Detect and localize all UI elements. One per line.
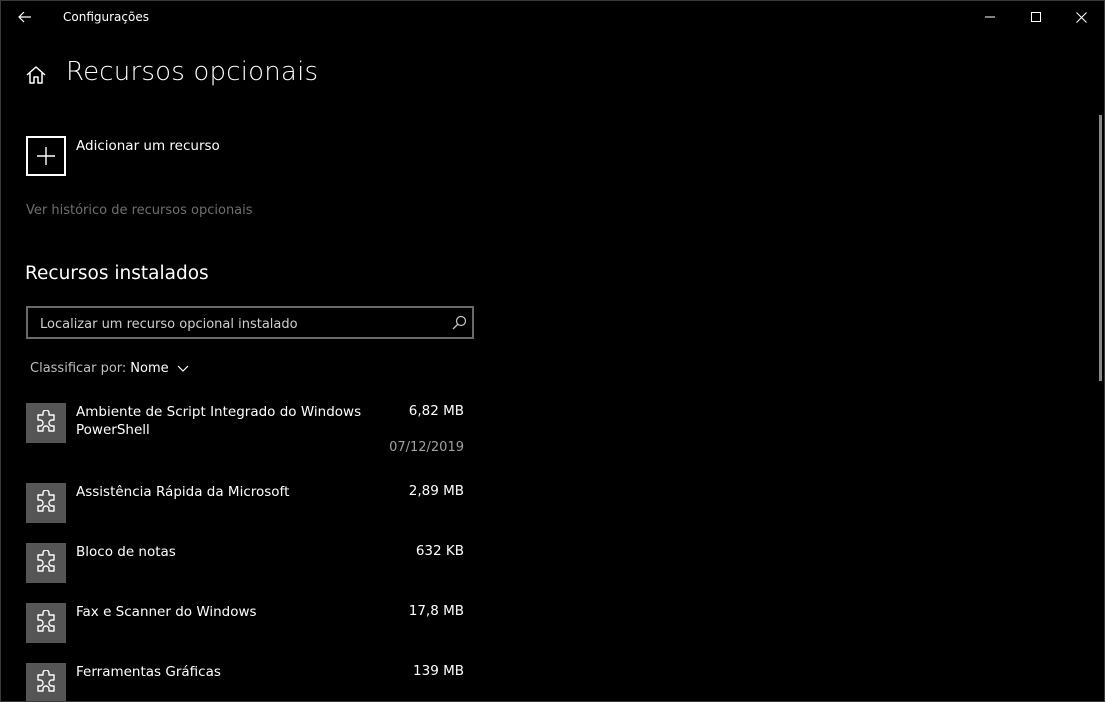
search-box[interactable] [26, 306, 474, 339]
settings-window: Configurações Recursos opcionais Adicion [0, 0, 1105, 702]
feature-date: 07/12/2019 [389, 440, 464, 455]
close-button[interactable] [1058, 1, 1104, 33]
scrollbar[interactable] [1099, 115, 1102, 381]
maximize-button[interactable] [1013, 1, 1059, 33]
page-title: Recursos opcionais [66, 57, 319, 87]
sort-dropdown[interactable]: Classificar por: Nome [30, 361, 189, 376]
minimize-button[interactable] [967, 1, 1013, 33]
home-icon [26, 66, 46, 84]
maximize-icon [1031, 12, 1041, 22]
home-button[interactable] [25, 64, 47, 86]
feature-name: Ambiente de Script Integrado do Windows … [76, 404, 362, 438]
puzzle-piece-icon [26, 403, 66, 443]
puzzle-piece-icon [26, 603, 66, 643]
feature-item[interactable]: Ferramentas Gráficas 139 MB [26, 663, 471, 701]
feature-size: 139 MB [413, 663, 464, 679]
minimize-icon [985, 16, 995, 18]
plus-icon [37, 147, 55, 165]
history-link[interactable]: Ver histórico de recursos opcionais [26, 203, 253, 218]
add-feature-button[interactable] [26, 136, 66, 176]
feature-item[interactable]: Fax e Scanner do Windows 17,8 MB [26, 603, 471, 643]
feature-size: 2,89 MB [408, 483, 464, 499]
feature-name: Ferramentas Gráficas [76, 664, 221, 680]
feature-size: 17,8 MB [408, 603, 464, 619]
feature-item[interactable]: Bloco de notas 632 KB [26, 543, 471, 583]
close-icon [1075, 11, 1087, 23]
search-input[interactable] [38, 313, 442, 335]
sort-value[interactable]: Nome [130, 361, 168, 376]
feature-item[interactable]: Ambiente de Script Integrado do Windows … [26, 403, 471, 463]
sort-label: Classificar por: [30, 361, 127, 376]
search-icon[interactable] [452, 315, 467, 330]
puzzle-piece-icon [26, 543, 66, 583]
back-button[interactable] [1, 1, 49, 33]
feature-size: 632 KB [415, 543, 464, 559]
feature-item[interactable]: Assistência Rápida da Microsoft 2,89 MB [26, 483, 471, 523]
app-title: Configurações [63, 10, 149, 24]
feature-name: Bloco de notas [76, 544, 176, 560]
back-arrow-icon [18, 11, 31, 23]
puzzle-piece-icon [26, 483, 66, 523]
feature-name: Fax e Scanner do Windows [76, 604, 257, 620]
section-title: Recursos instalados [25, 263, 209, 284]
chevron-down-icon[interactable] [177, 365, 189, 373]
puzzle-piece-icon [26, 663, 66, 701]
feature-name: Assistência Rápida da Microsoft [76, 484, 290, 500]
feature-size: 6,82 MB [408, 403, 464, 419]
title-bar: Configurações [1, 1, 1104, 33]
add-feature-label[interactable]: Adicionar um recurso [76, 138, 220, 154]
